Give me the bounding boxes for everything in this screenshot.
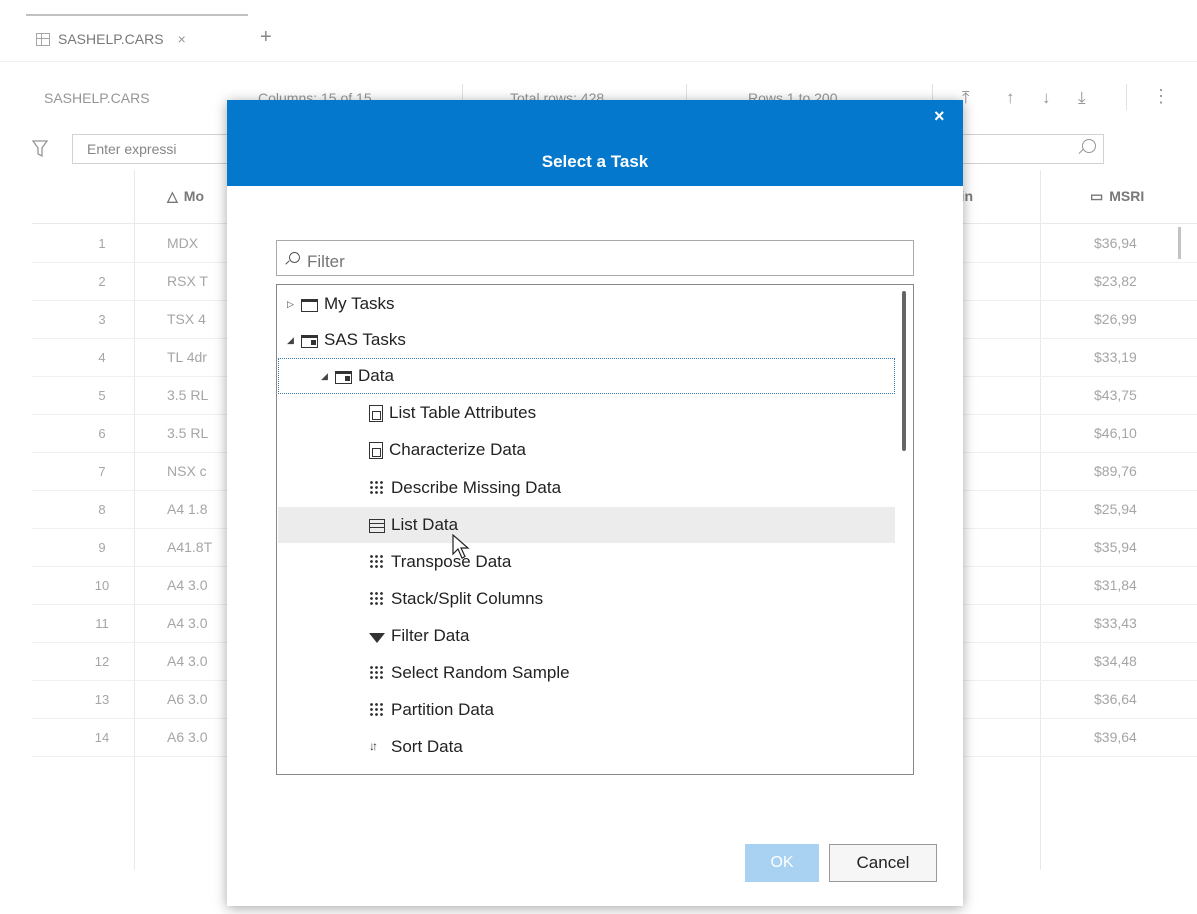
task-list-data[interactable]: List Data bbox=[369, 507, 458, 543]
tree-label: My Tasks bbox=[324, 294, 395, 313]
tree-label: Filter Data bbox=[391, 626, 470, 645]
transpose-icon bbox=[369, 554, 385, 570]
stack-split-icon bbox=[369, 591, 385, 607]
folder-icon bbox=[301, 298, 318, 312]
tree-label: Characterize Data bbox=[389, 440, 527, 459]
task-sort-data[interactable]: Sort Data bbox=[369, 729, 463, 765]
task-characterize-data[interactable]: Characterize Data bbox=[369, 432, 526, 468]
search-icon bbox=[289, 252, 300, 263]
table-attributes-icon bbox=[369, 404, 383, 422]
task-transpose-data[interactable]: Transpose Data bbox=[369, 544, 511, 580]
tree-node-data[interactable]: ◢ Data bbox=[321, 358, 394, 394]
dialog-title: Select a Task bbox=[541, 152, 649, 171]
collapse-icon[interactable]: ◢ bbox=[287, 335, 297, 346]
list-data-icon bbox=[369, 519, 385, 533]
tree-label: List Data bbox=[391, 515, 459, 534]
close-icon[interactable]: × bbox=[934, 106, 945, 127]
locked-folder-icon bbox=[335, 370, 352, 384]
cancel-button[interactable]: Cancel bbox=[829, 844, 937, 882]
tree-label: SAS Tasks bbox=[324, 330, 406, 349]
expand-icon[interactable]: ▷ bbox=[287, 299, 297, 310]
task-partition-data[interactable]: Partition Data bbox=[369, 692, 494, 728]
tree-label: Select Random Sample bbox=[391, 663, 570, 682]
characterize-data-icon bbox=[369, 441, 383, 459]
tree-label: Stack/Split Columns bbox=[391, 589, 544, 608]
task-list-table-attributes[interactable]: List Table Attributes bbox=[369, 395, 536, 431]
tree-label: Data bbox=[358, 366, 394, 385]
task-tree: ▷ My Tasks ◢ SAS Tasks ◢ Data List Table… bbox=[276, 284, 914, 775]
partition-icon bbox=[369, 702, 385, 718]
dialog-header: × Select a Task bbox=[227, 100, 963, 186]
missing-data-icon bbox=[369, 480, 385, 496]
collapse-icon[interactable]: ◢ bbox=[321, 371, 331, 382]
ok-button[interactable]: OK bbox=[745, 844, 819, 882]
random-sample-icon bbox=[369, 665, 385, 681]
tree-node-sas-tasks[interactable]: ◢ SAS Tasks bbox=[287, 322, 406, 358]
select-task-dialog: × Select a Task ▷ My Tasks ◢ SAS Tasks ◢… bbox=[227, 100, 963, 906]
tree-label: Partition Data bbox=[391, 700, 494, 719]
sort-icon bbox=[369, 739, 385, 755]
filter-icon bbox=[369, 633, 385, 643]
tree-label: List Table Attributes bbox=[389, 403, 537, 422]
tree-scrollbar[interactable] bbox=[902, 291, 906, 451]
task-select-random-sample[interactable]: Select Random Sample bbox=[369, 655, 570, 691]
task-describe-missing-data[interactable]: Describe Missing Data bbox=[369, 470, 561, 506]
task-filter-input[interactable] bbox=[276, 240, 914, 276]
task-filter-data[interactable]: Filter Data bbox=[369, 618, 469, 654]
tree-label: Sort Data bbox=[391, 737, 463, 756]
tree-node-my-tasks[interactable]: ▷ My Tasks bbox=[287, 286, 395, 322]
tree-label: Describe Missing Data bbox=[391, 478, 562, 497]
locked-folder-icon bbox=[301, 334, 318, 348]
task-stack-split-columns[interactable]: Stack/Split Columns bbox=[369, 581, 543, 617]
